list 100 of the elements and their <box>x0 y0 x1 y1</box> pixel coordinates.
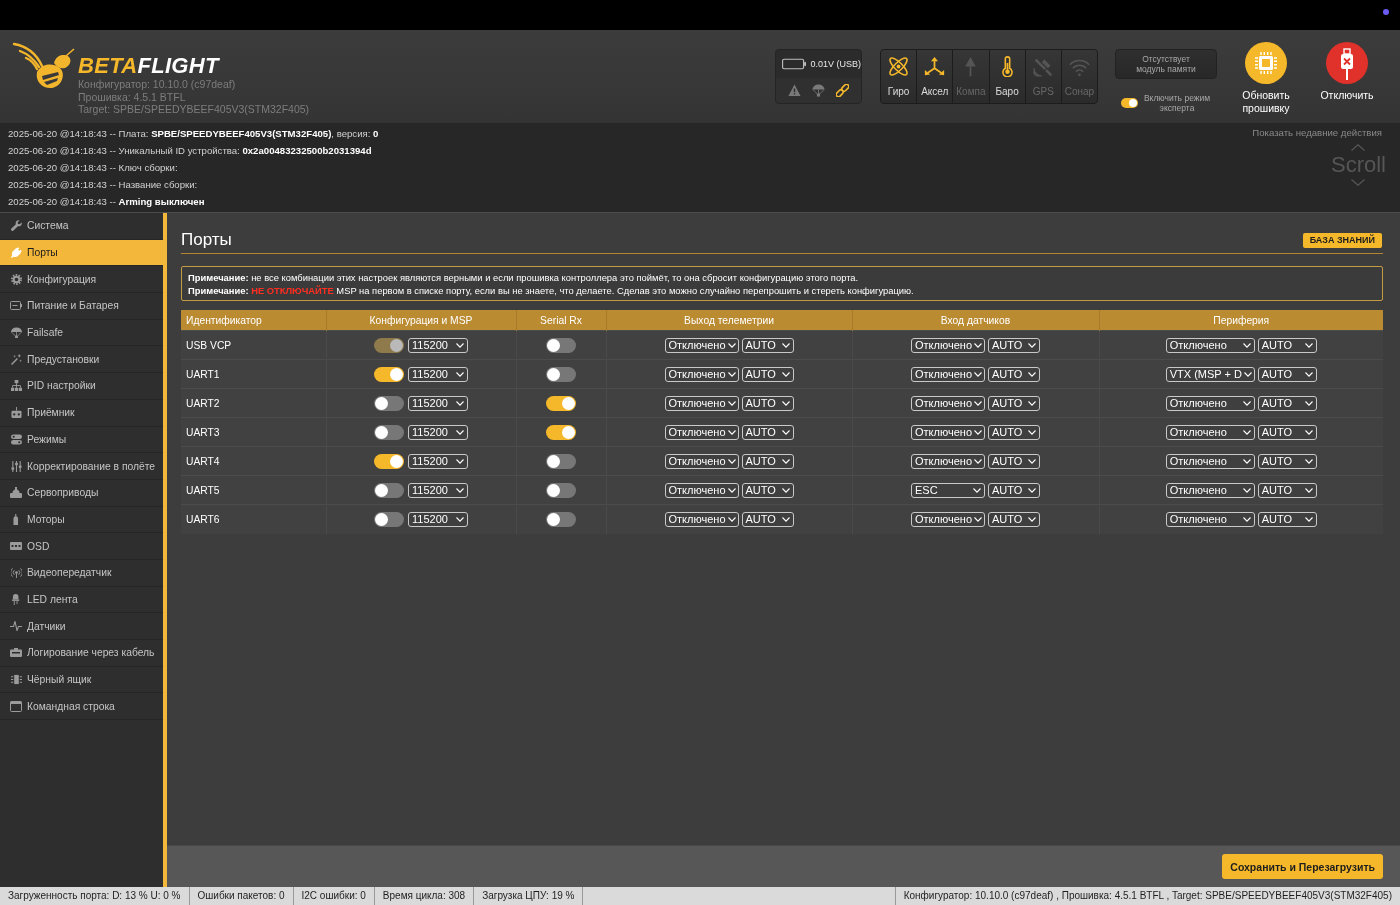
baud-dropdown[interactable]: AUTO <box>741 482 794 498</box>
baud-dropdown[interactable]: AUTO <box>741 424 794 440</box>
chevron-down-icon <box>456 487 464 493</box>
sensor-label: Аксел <box>921 86 949 97</box>
servo-icon <box>10 487 22 499</box>
protocol-dropdown[interactable]: Отключено <box>664 482 739 498</box>
msp-toggle[interactable] <box>374 511 404 527</box>
protocol-dropdown[interactable]: Отключено <box>664 453 739 469</box>
column-header: Периферия <box>1099 310 1383 331</box>
protocol-dropdown[interactable]: Отключено <box>911 337 985 353</box>
protocol-dropdown[interactable]: Отключено <box>664 366 739 382</box>
protocol-dropdown[interactable]: Отключено <box>1165 453 1255 469</box>
baud-dropdown[interactable]: AUTO <box>741 453 794 469</box>
baud-dropdown[interactable]: 115200 <box>408 453 468 469</box>
chevron-down-icon <box>727 342 736 348</box>
chevron-down-icon <box>456 342 464 348</box>
baud-dropdown[interactable]: AUTO <box>1257 482 1317 498</box>
memory-button[interactable]: Отсутствует модуль памяти <box>1115 49 1217 79</box>
recent-actions-link[interactable]: Показать недавние действия <box>1252 127 1382 139</box>
protocol-dropdown[interactable]: Отключено <box>1165 482 1255 498</box>
chevron-down-icon <box>456 516 464 522</box>
protocol-dropdown[interactable]: VTX (MSP + D <box>1165 366 1255 382</box>
baud-dropdown[interactable]: 115200 <box>408 395 468 411</box>
baud-dropdown[interactable]: AUTO <box>741 511 794 527</box>
baud-dropdown[interactable]: AUTO <box>1257 337 1317 353</box>
log-line: 2025-06-20 @14:18:43 -- Arming выключен <box>8 195 206 209</box>
chevron-down-icon <box>1304 458 1313 464</box>
baud-dropdown[interactable]: 115200 <box>408 511 468 527</box>
chevron-down-icon <box>727 371 736 377</box>
baud-dropdown[interactable]: AUTO <box>741 366 794 382</box>
baud-dropdown[interactable]: AUTO <box>988 366 1040 382</box>
column-header: Конфигурация и MSP <box>326 310 516 331</box>
serial-rx-toggle[interactable] <box>545 482 576 498</box>
protocol-dropdown[interactable]: Отключено <box>1165 424 1255 440</box>
serial-rx-toggle[interactable] <box>545 366 576 382</box>
serial-rx-toggle[interactable] <box>545 453 576 469</box>
baud-dropdown[interactable]: 115200 <box>408 366 468 382</box>
baud-dropdown[interactable]: AUTO <box>988 453 1040 469</box>
wiki-button[interactable]: БАЗА ЗНАНИЙ <box>1302 232 1382 248</box>
protocol-dropdown[interactable]: Отключено <box>911 395 985 411</box>
baud-dropdown[interactable]: AUTO <box>1257 424 1317 440</box>
chevron-down-icon <box>781 429 790 435</box>
baud-dropdown[interactable]: AUTO <box>741 395 794 411</box>
disconnect-button[interactable]: Отключить <box>1312 42 1382 114</box>
chevron-down-icon <box>974 342 982 348</box>
protocol-dropdown[interactable]: Отключено <box>911 453 985 469</box>
chevron-down-icon <box>781 342 790 348</box>
serial-rx-toggle[interactable] <box>545 395 576 411</box>
serial-rx-toggle[interactable] <box>545 424 576 440</box>
protocol-dropdown[interactable]: Отключено <box>911 424 985 440</box>
msp-toggle[interactable] <box>374 482 404 498</box>
protocol-dropdown[interactable]: Отключено <box>664 395 739 411</box>
baud-dropdown[interactable]: AUTO <box>988 337 1040 353</box>
baud-dropdown[interactable]: 115200 <box>408 337 468 353</box>
column-header: Выход телеметрии <box>606 310 852 331</box>
motor-icon <box>13 513 19 525</box>
protocol-dropdown[interactable]: Отключено <box>1165 511 1255 527</box>
radio-icon <box>10 407 22 419</box>
version-status-text: Конфигуратор: 10.10.0 (c97deaf) , Прошивка: 4.5.1 BTFL , Target: SPBE/SPEEDYBEEF405V3(STM32F405) <box>894 887 1400 905</box>
led-icon <box>12 593 20 605</box>
baud-dropdown[interactable]: 115200 <box>408 482 468 498</box>
satellite-icon <box>1032 56 1054 77</box>
serial-rx-toggle[interactable] <box>545 511 576 527</box>
baud-dropdown[interactable]: AUTO <box>1257 366 1317 382</box>
sidebar-item[interactable]: Порты <box>0 239 163 267</box>
protocol-dropdown[interactable]: ESC <box>911 482 985 498</box>
protocol-dropdown[interactable]: Отключено <box>664 511 739 527</box>
protocol-dropdown[interactable]: Отключено <box>911 511 985 527</box>
msp-toggle[interactable] <box>374 453 404 469</box>
msp-toggle[interactable] <box>374 366 404 382</box>
baud-dropdown[interactable]: AUTO <box>988 511 1040 527</box>
sensor-label: Гиро <box>887 86 910 97</box>
status-text: Ошибки пакетов: 0 <box>189 887 294 905</box>
baud-dropdown[interactable]: AUTO <box>988 395 1040 411</box>
serial-rx-toggle[interactable] <box>545 337 576 353</box>
protocol-dropdown[interactable]: Отключено <box>911 366 985 382</box>
update-firmware-button[interactable]: Обновить прошивку <box>1231 42 1301 114</box>
baud-dropdown[interactable]: AUTO <box>988 482 1040 498</box>
protocol-dropdown[interactable]: Отключено <box>1165 395 1255 411</box>
protocol-dropdown[interactable]: Отключено <box>664 424 739 440</box>
dot-icon <box>1383 9 1389 15</box>
column-header: Serial Rx <box>516 310 606 331</box>
baud-dropdown[interactable]: AUTO <box>988 424 1040 440</box>
msp-toggle[interactable] <box>374 395 404 411</box>
baud-dropdown[interactable]: 115200 <box>408 424 468 440</box>
baud-dropdown[interactable]: AUTO <box>1257 395 1317 411</box>
wrench-icon <box>10 220 22 232</box>
save-reboot-button[interactable]: Сохранить и Перезагрузить <box>1222 854 1383 879</box>
voltage-reading: 0.01V (USB) <box>810 59 861 69</box>
baud-dropdown[interactable]: AUTO <box>1257 453 1317 469</box>
msp-toggle[interactable] <box>374 424 404 440</box>
baud-dropdown[interactable]: AUTO <box>741 337 794 353</box>
parachute-icon <box>10 327 22 339</box>
baud-dropdown[interactable]: AUTO <box>1257 511 1317 527</box>
protocol-dropdown[interactable]: Отключено <box>1165 337 1255 353</box>
protocol-dropdown[interactable]: Отключено <box>664 337 739 353</box>
note-text: Примечание: не все комбинации этих настроек являются верными и если прошивка контроллера это поймёт, то она сбросит конфигурацию этого порта. <box>188 271 860 284</box>
port-identifier: UART3 <box>185 426 221 438</box>
chevron-down-icon <box>727 458 736 464</box>
expert-toggle[interactable] <box>1121 98 1138 108</box>
